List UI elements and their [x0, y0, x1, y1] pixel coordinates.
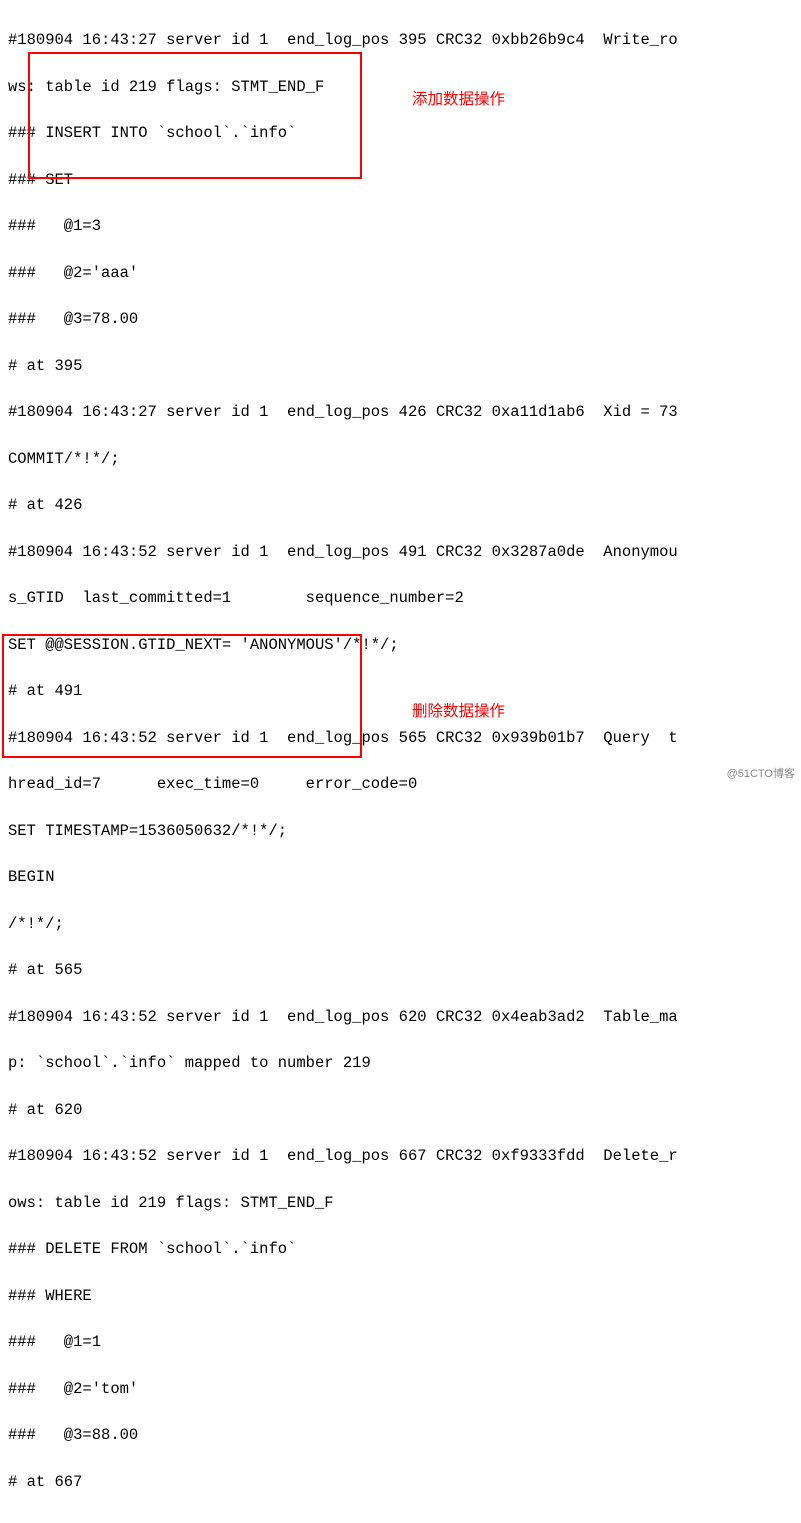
log-line: #180904 16:43:52 server id 1 end_log_pos…: [8, 541, 793, 564]
log-line: p: `school`.`info` mapped to number 219: [8, 1052, 793, 1075]
log-line: ws: table id 219 flags: STMT_END_F: [8, 76, 793, 99]
log-line: # at 395: [8, 355, 793, 378]
log-line: s_GTID last_committed=1 sequence_number=…: [8, 587, 793, 610]
log-line: SET @@SESSION.GTID_NEXT= 'ANONYMOUS'/*!*…: [8, 634, 793, 657]
watermark: @51CTO博客: [727, 766, 795, 783]
log-line: #180904 16:43:52 server id 1 end_log_pos…: [8, 1145, 793, 1168]
log-line: # at 491: [8, 680, 793, 703]
delete-annotation-label: 删除数据操作: [412, 700, 505, 723]
log-line: # at 426: [8, 494, 793, 517]
log-line: ows: table id 219 flags: STMT_END_F: [8, 1192, 793, 1215]
log-line: ### INSERT INTO `school`.`info`: [8, 122, 793, 145]
log-line: #180904 16:43:52 server id 1 end_log_pos…: [8, 1006, 793, 1029]
log-line: ### @3=78.00: [8, 308, 793, 331]
log-line: ### @2='tom': [8, 1378, 793, 1401]
log-line: # at 565: [8, 959, 793, 982]
log-line: /*!*/;: [8, 913, 793, 936]
log-line: ### SET: [8, 169, 793, 192]
log-content: #180904 16:43:27 server id 1 end_log_pos…: [0, 0, 801, 1523]
log-line: hread_id=7 exec_time=0 error_code=0: [8, 773, 793, 796]
insert-annotation-label: 添加数据操作: [412, 88, 505, 111]
log-line: ### @1=3: [8, 215, 793, 238]
log-line: # at 667: [8, 1471, 793, 1494]
log-line: BEGIN: [8, 866, 793, 889]
log-line: #180904 16:43:27 server id 1 end_log_pos…: [8, 401, 793, 424]
log-line: COMMIT/*!*/;: [8, 448, 793, 471]
log-line: ### WHERE: [8, 1285, 793, 1308]
log-line: ### @1=1: [8, 1331, 793, 1354]
log-line: #180904 16:43:52 server id 1 end_log_pos…: [8, 727, 793, 750]
log-line: #180904 16:43:27 server id 1 end_log_pos…: [8, 29, 793, 52]
log-line: ### @3=88.00: [8, 1424, 793, 1447]
log-line: ### @2='aaa': [8, 262, 793, 285]
log-line: # at 620: [8, 1099, 793, 1122]
log-line: SET TIMESTAMP=1536050632/*!*/;: [8, 820, 793, 843]
log-line: ### DELETE FROM `school`.`info`: [8, 1238, 793, 1261]
